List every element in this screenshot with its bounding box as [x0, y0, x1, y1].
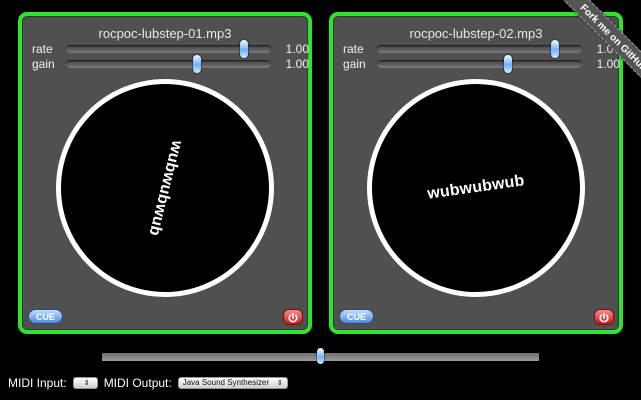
power-icon [599, 312, 609, 322]
midi-input-select[interactable]: ⇕ [72, 377, 98, 389]
deck-2-gain-slider[interactable] [377, 55, 582, 73]
deck-1-gain-label: gain [32, 57, 55, 71]
deck-1-gain-slider[interactable] [66, 55, 271, 73]
deck-1: rocpoc-lubstep-01.mp3 rate 1.00 gain 1.0… [18, 12, 312, 334]
deck-1-rate-row: rate 1.00 [32, 40, 309, 58]
turntable-app: rocpoc-lubstep-01.mp3 rate 1.00 gain 1.0… [0, 0, 641, 400]
deck-2-platter[interactable]: wubwubwub [367, 79, 585, 297]
midi-output-value: Java Sound Synthesizer [182, 378, 269, 387]
deck-2-power-button[interactable] [594, 309, 614, 325]
midi-output-label: MIDI Output: [103, 376, 172, 390]
crossfader-thumb[interactable] [317, 348, 324, 364]
deck-2-rate-label: rate [343, 42, 364, 56]
deck-2-gain-value: 1.00 [596, 57, 620, 71]
deck-2-gain-label: gain [343, 57, 366, 71]
deck-1-rate-thumb[interactable] [240, 40, 249, 58]
deck-2-cue-button[interactable]: CUE [339, 309, 374, 324]
deck-2-gain-row: gain 1.00 [343, 55, 620, 73]
deck-1-gain-thumb[interactable] [193, 55, 202, 73]
deck-1-platter-label: wubwubwub [145, 138, 186, 238]
select-arrows-icon: ⇕ [83, 379, 90, 387]
select-arrows-icon: ⇕ [276, 379, 283, 387]
deck-1-cue-button[interactable]: CUE [28, 309, 63, 324]
midi-output-select[interactable]: Java Sound Synthesizer ⇕ [177, 377, 288, 389]
deck-2-track-title: rocpoc-lubstep-02.mp3 [409, 26, 543, 41]
deck-1-rate-value: 1.00 [285, 42, 309, 56]
crossfader-slider[interactable] [102, 348, 539, 364]
deck-1-rate-slider[interactable] [66, 40, 271, 58]
midi-bar: MIDI Input: ⇕ MIDI Output: Java Sound Sy… [8, 376, 288, 390]
deck-2-rate-row: rate 1.00 [343, 40, 620, 58]
deck-2: rocpoc-lubstep-02.mp3 rate 1.00 gain 1.0… [329, 12, 623, 334]
deck-1-gain-value: 1.00 [285, 57, 309, 71]
deck-2-rate-slider[interactable] [377, 40, 582, 58]
power-icon [288, 312, 298, 322]
deck-2-gain-thumb[interactable] [504, 55, 513, 73]
deck-1-power-button[interactable] [283, 309, 303, 325]
deck-1-platter[interactable]: wubwubwub [56, 79, 274, 297]
deck-1-gain-row: gain 1.00 [32, 55, 309, 73]
deck-2-rate-thumb[interactable] [551, 40, 560, 58]
deck-2-platter-label: wubwubwub [426, 172, 526, 203]
deck-1-rate-label: rate [32, 42, 53, 56]
midi-input-label: MIDI Input: [8, 376, 67, 390]
deck-1-track-title: rocpoc-lubstep-01.mp3 [98, 26, 232, 41]
